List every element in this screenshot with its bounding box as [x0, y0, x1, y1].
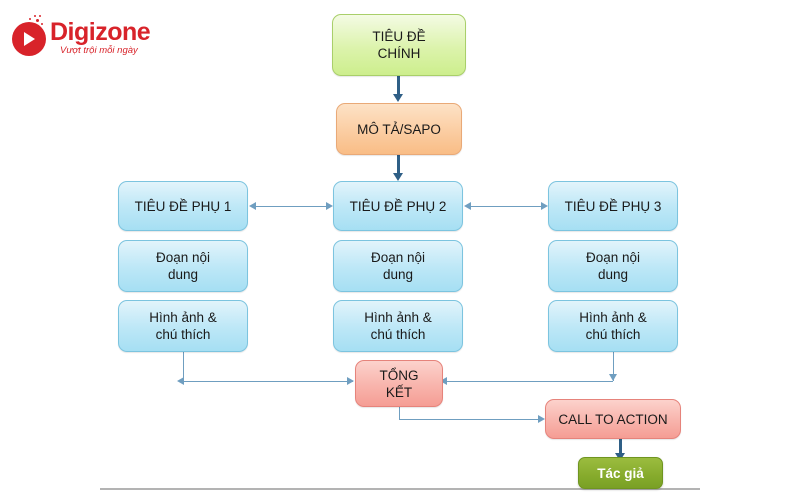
node-image-3[interactable]: Hình ảnh & chú thích [548, 300, 678, 352]
node-summary[interactable]: TỔNG KẾT [355, 360, 443, 407]
node-content-1-line1: Đoạn nội [155, 250, 211, 265]
node-author[interactable]: Tác giả [578, 457, 663, 489]
node-image-2[interactable]: Hình ảnh & chú thích [333, 300, 463, 352]
node-sapo-label: MÔ TẢ/SAPO [357, 121, 441, 137]
arrowhead-summary-to-image1 [177, 377, 184, 385]
node-heading-2-label: TIÊU ĐỀ PHỤ 2 [349, 198, 447, 214]
node-cta[interactable]: CALL TO ACTION [545, 399, 681, 439]
node-main-title[interactable]: TIÊU ĐỀ CHÍNH [332, 14, 466, 76]
node-content-3-line2: dung [597, 267, 629, 282]
arrowhead-sapo-to-heading2 [393, 173, 403, 181]
node-image-3-line2: chú thích [585, 327, 641, 342]
arrowhead-image1-to-summary [347, 377, 354, 385]
arrowhead-title-to-sapo [393, 94, 403, 102]
connector-sapo-to-heading2 [397, 155, 400, 175]
arrowhead-heading1-heading2-left [249, 202, 256, 210]
node-heading-1-label: TIÊU ĐỀ PHỤ 1 [134, 198, 232, 214]
connector-summary-to-image3 [445, 381, 613, 382]
node-image-1-line1: Hình ảnh & [149, 310, 217, 325]
node-content-2-line2: dung [382, 267, 414, 282]
node-content-1[interactable]: Đoạn nội dung [118, 240, 248, 292]
arrowhead-heading1-heading2-right [326, 202, 333, 210]
node-main-title-line2: CHÍNH [377, 46, 421, 61]
node-content-3[interactable]: Đoạn nội dung [548, 240, 678, 292]
node-image-3-line1: Hình ảnh & [579, 310, 647, 325]
node-image-2-line1: Hình ảnh & [364, 310, 432, 325]
node-heading-2[interactable]: TIÊU ĐỀ PHỤ 2 [333, 181, 463, 231]
node-summary-line1: TỔNG [379, 367, 419, 383]
node-content-1-line2: dung [167, 267, 199, 282]
node-summary-line2: KẾT [385, 384, 413, 400]
connector-summary-to-cta [399, 419, 541, 420]
node-heading-3-label: TIÊU ĐỀ PHỤ 3 [564, 198, 662, 214]
node-image-1-line2: chú thích [155, 327, 211, 342]
connector-title-to-sapo [397, 76, 400, 96]
node-image-2-line2: chú thích [370, 327, 426, 342]
node-main-title-line1: TIÊU ĐỀ [372, 29, 426, 44]
connector-heading2-heading3 [470, 206, 542, 207]
node-content-3-line1: Đoạn nội [585, 250, 641, 265]
node-cta-label: CALL TO ACTION [558, 411, 668, 427]
arrowhead-summary-to-cta [538, 415, 545, 423]
connector-image1-to-summary [183, 381, 353, 382]
brand-name: Digizone [50, 18, 151, 46]
node-content-2[interactable]: Đoạn nội dung [333, 240, 463, 292]
connector-summary-down [399, 407, 400, 419]
arrowhead-down-image3 [609, 374, 617, 381]
brand-tagline: Vượt trội mỗi ngày [60, 45, 138, 56]
arrowhead-heading2-heading3-left [464, 202, 471, 210]
arrowhead-heading2-heading3-right [541, 202, 548, 210]
node-content-2-line1: Đoạn nội [370, 250, 426, 265]
node-author-label: Tác giả [597, 465, 644, 481]
node-sapo[interactable]: MÔ TẢ/SAPO [336, 103, 462, 155]
connector-heading1-heading2 [255, 206, 327, 207]
brand-logo: Digizone Vượt trội mỗi ngày [12, 14, 172, 62]
node-heading-3[interactable]: TIÊU ĐỀ PHỤ 3 [548, 181, 678, 231]
node-image-1[interactable]: Hình ảnh & chú thích [118, 300, 248, 352]
node-heading-1[interactable]: TIÊU ĐỀ PHỤ 1 [118, 181, 248, 231]
